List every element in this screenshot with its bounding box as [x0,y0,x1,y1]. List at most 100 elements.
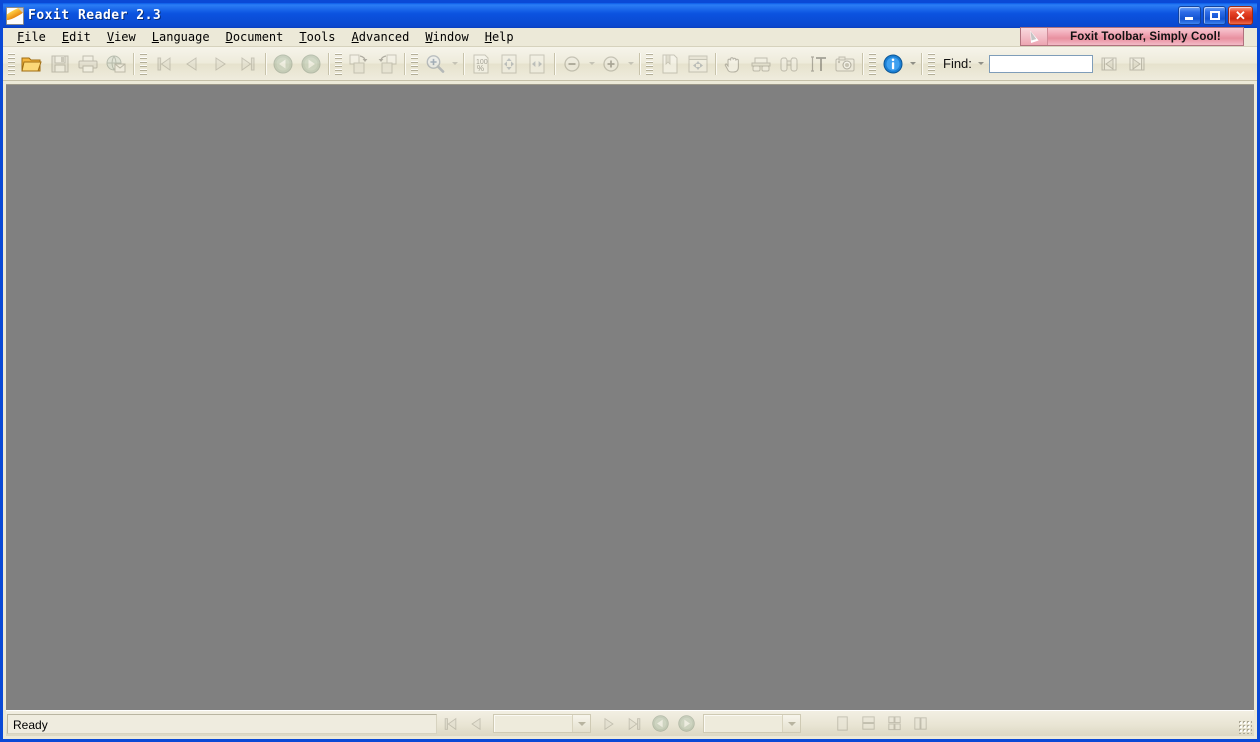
select-text-button[interactable] [747,51,775,77]
forward-arrow-circle-icon [301,54,321,73]
zoom-out-button[interactable] [558,51,586,77]
fit-width-icon [529,54,545,73]
next-view-button[interactable] [297,51,325,77]
toolbar-grip-navigation[interactable] [140,52,147,75]
title-bar: Foxit Reader 2.3 ✕ [3,3,1257,28]
toolbar-separator-3 [328,52,329,75]
find-input[interactable] [989,56,1092,73]
status-previous-view-button[interactable] [647,713,673,735]
find-dropdown[interactable] [976,51,987,77]
continuous-layout-button[interactable] [855,713,881,735]
zoom-out-dropdown[interactable] [586,51,597,77]
open-button[interactable] [18,51,46,77]
email-button[interactable] [102,51,130,77]
text-viewer-button[interactable] [803,51,831,77]
toolbar-separator-6 [554,52,555,75]
floppy-save-icon [51,55,69,72]
back-arrow-circle-icon [273,54,293,73]
toolbar-grip-rotate[interactable] [335,52,342,75]
menu-item-edit[interactable]: Edit [54,28,99,46]
100-percent-icon: 100 % [473,54,489,73]
page-display-button[interactable] [656,51,684,77]
foxit-toolbar-promo-banner[interactable]: Foxit Toolbar, Simply Cool! [1020,27,1244,46]
page-number-combo[interactable] [493,714,591,733]
toolbar-grip-info[interactable] [869,52,876,75]
chevron-down-icon[interactable] [782,715,800,732]
save-button[interactable] [46,51,74,77]
full-screen-button[interactable] [684,51,712,77]
chevron-down-icon[interactable] [572,715,590,732]
status-message: Ready [7,713,437,734]
about-info-button[interactable] [879,51,907,77]
menu-item-advanced[interactable]: Advanced [344,28,418,46]
menu-item-tools[interactable]: Tools [291,28,343,46]
last-page-icon [628,717,640,730]
close-button[interactable]: ✕ [1228,6,1253,25]
minimize-button[interactable] [1178,6,1201,25]
binoculars-icon [780,57,798,71]
globe-mail-icon [106,55,126,72]
last-page-button[interactable] [234,51,262,77]
previous-view-button[interactable] [269,51,297,77]
zoom-in-plus-icon [603,55,619,72]
find-previous-button[interactable] [1095,51,1123,77]
status-next-page-button[interactable] [595,713,621,735]
menu-item-language[interactable]: Language [144,28,218,46]
toolbar-grip-file[interactable] [8,52,15,75]
first-page-button[interactable] [150,51,178,77]
camera-snapshot-icon [835,56,855,71]
zoom-level-combo[interactable] [703,714,801,733]
menu-item-window[interactable]: Window [417,28,476,46]
toolbar-separator-9 [862,52,863,75]
single-page-layout-button[interactable] [829,713,855,735]
toolbar-grip-find[interactable] [928,52,935,75]
facing-layout-button[interactable] [907,713,933,735]
rotate-clockwise-button[interactable] [345,51,373,77]
find-previous-icon [1101,57,1117,70]
previous-page-button[interactable] [178,51,206,77]
toolbar-grip-zoom[interactable] [411,52,418,75]
zoom-tool-button[interactable] [421,51,449,77]
page-number-value [494,715,572,732]
magnifier-plus-icon [426,54,445,73]
zoom-in-button[interactable] [597,51,625,77]
find-next-button[interactable] [1123,51,1151,77]
menu-item-help[interactable]: Help [477,28,522,46]
actual-size-button[interactable]: 100 % [467,51,495,77]
fit-width-button[interactable] [523,51,551,77]
menu-item-file[interactable]: File [9,28,54,46]
print-button[interactable] [74,51,102,77]
forward-arrow-circle-icon [677,715,695,732]
next-page-button[interactable] [206,51,234,77]
status-next-view-button[interactable] [673,713,699,735]
fit-page-button[interactable] [495,51,523,77]
promo-text: Foxit Toolbar, Simply Cool! [1070,30,1221,43]
toolbar-grip-display[interactable] [646,52,653,75]
zoom-tool-dropdown[interactable] [449,51,460,77]
snapshot-button[interactable] [831,51,859,77]
status-previous-page-button[interactable] [463,713,489,735]
find-tool-button[interactable] [775,51,803,77]
about-info-dropdown[interactable] [907,51,918,77]
back-arrow-circle-icon [651,715,669,732]
next-page-icon [604,717,614,730]
menu-item-view[interactable]: View [99,28,144,46]
status-first-page-button[interactable] [437,713,463,735]
zoom-in-dropdown[interactable] [625,51,636,77]
toolbar-separator-5 [463,52,464,75]
menu-item-document[interactable]: Document [218,28,292,46]
continuous-facing-layout-button[interactable] [881,713,907,735]
maximize-button[interactable] [1203,6,1226,25]
toolbar-separator-8 [715,52,716,75]
resize-grip-icon[interactable] [1238,720,1252,734]
rotate-counterclockwise-button[interactable] [373,51,401,77]
select-glasses-icon [751,57,771,71]
hand-tool-button[interactable] [719,51,747,77]
facing-pages-icon [913,717,927,730]
document-view-area[interactable] [6,84,1254,710]
find-label: Find: [943,56,972,71]
status-last-page-button[interactable] [621,713,647,735]
find-input-wrapper[interactable] [988,54,1093,73]
status-bar: Ready [6,710,1254,736]
continuous-pages-icon [861,716,875,730]
